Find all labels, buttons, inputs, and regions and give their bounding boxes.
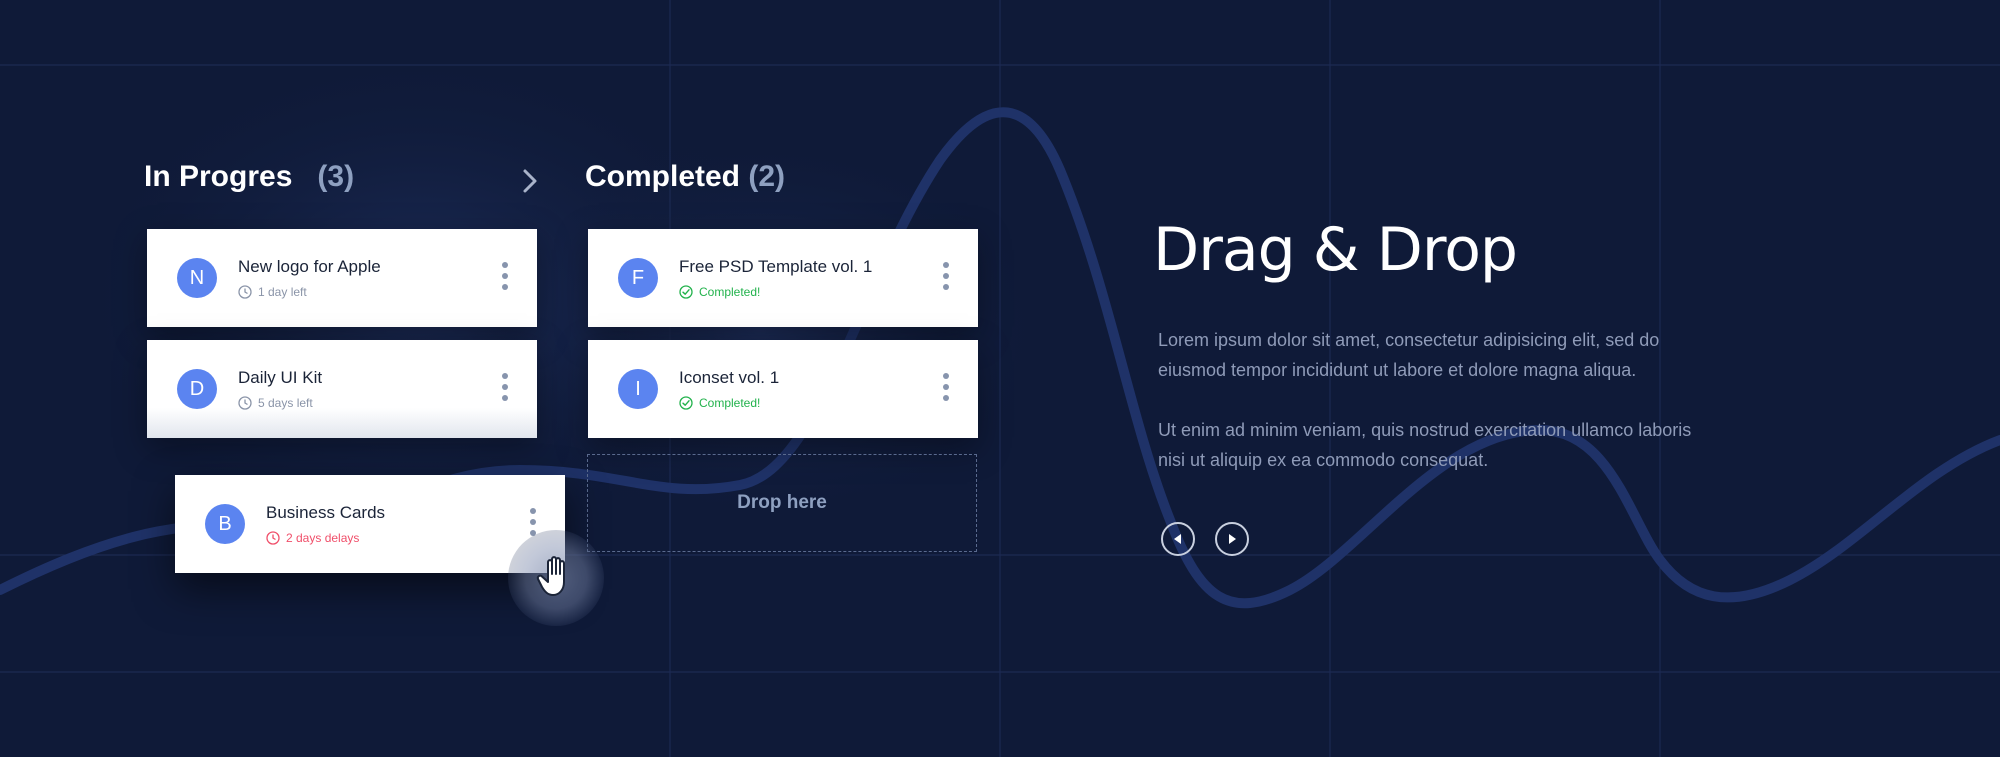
avatar: N xyxy=(177,258,217,298)
drop-zone[interactable]: Drop here xyxy=(587,454,977,552)
next-button[interactable] xyxy=(1215,522,1249,556)
card-meta: 5 days left xyxy=(238,395,313,411)
card-title: New logo for Apple xyxy=(238,257,381,276)
card-meta: Completed! xyxy=(679,395,760,411)
card-title: Daily UI Kit xyxy=(238,368,323,387)
card-status: Completed! xyxy=(699,285,761,299)
card-due: 1 day left xyxy=(258,285,307,299)
card-status: Completed! xyxy=(699,396,761,410)
card-meta: 1 day left xyxy=(238,284,307,300)
task-card-daily-ui-kit[interactable]: D Daily UI Kit 5 days left xyxy=(147,340,537,438)
card-title: Free PSD Template vol. 1 xyxy=(679,257,873,276)
avatar: I xyxy=(618,369,658,409)
check-circle-icon xyxy=(679,396,693,410)
card-due: 5 days left xyxy=(258,396,313,410)
more-vertical-icon[interactable] xyxy=(940,262,952,294)
hero-paragraph-1: Lorem ipsum dolor sit amet, consectetur … xyxy=(1158,330,1660,380)
in-progress-count: (3) xyxy=(317,160,355,193)
in-progress-title: In Progres xyxy=(144,160,293,193)
task-card-new-logo[interactable]: N New logo for Apple 1 day left xyxy=(147,229,537,327)
avatar: D xyxy=(177,369,217,409)
previous-button[interactable] xyxy=(1161,522,1195,556)
card-shade xyxy=(147,408,537,438)
avatar: B xyxy=(205,504,245,544)
clock-icon xyxy=(266,531,280,545)
card-due: 2 days delays xyxy=(286,531,360,545)
play-left-icon xyxy=(1174,534,1181,544)
play-right-icon xyxy=(1229,534,1236,544)
task-card-business-cards[interactable]: B Business Cards 2 days delays xyxy=(175,475,565,573)
completed-title: Completed xyxy=(585,160,741,193)
grab-hand-icon xyxy=(536,556,565,596)
card-title: Business Cards xyxy=(266,503,386,522)
task-card-iconset[interactable]: I Iconset vol. 1 Completed! xyxy=(588,340,978,438)
card-meta: Completed! xyxy=(679,284,760,300)
completed-count: (2) xyxy=(748,160,786,193)
clock-icon xyxy=(238,285,252,299)
more-vertical-icon[interactable] xyxy=(499,373,511,405)
hero-title: Drag & Drop xyxy=(1153,215,1518,285)
chevron-right-icon[interactable] xyxy=(515,166,545,196)
in-progress-column-header: In Progres (3) xyxy=(144,160,354,194)
hero-paragraph-2: Ut enim ad minim veniam, quis nostrud ex… xyxy=(1158,420,1692,470)
clock-icon xyxy=(238,396,252,410)
more-vertical-icon[interactable] xyxy=(940,373,952,405)
more-vertical-icon[interactable] xyxy=(499,262,511,294)
card-title: Iconset vol. 1 xyxy=(679,368,780,387)
card-meta: 2 days delays xyxy=(266,530,359,546)
check-circle-icon xyxy=(679,285,693,299)
avatar: F xyxy=(618,258,658,298)
drop-zone-label: Drop here xyxy=(737,492,827,513)
completed-column-header: Completed (2) xyxy=(585,160,785,194)
task-card-free-psd[interactable]: F Free PSD Template vol. 1 Completed! xyxy=(588,229,978,327)
